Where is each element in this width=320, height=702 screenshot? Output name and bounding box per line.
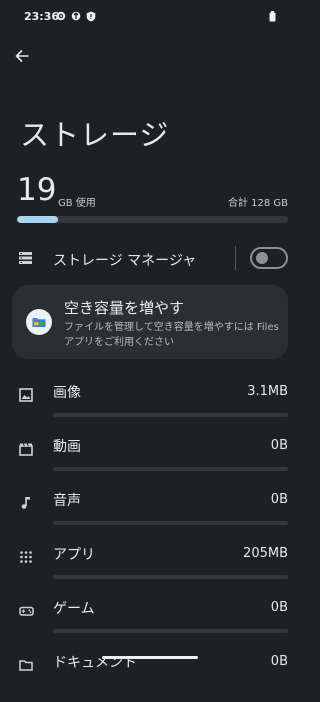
gear-icon <box>56 11 66 21</box>
gamepad-icon <box>19 606 34 616</box>
files-app-icon <box>26 309 52 335</box>
used-storage-unit: GB 使用 <box>58 198 96 209</box>
vpn-icon <box>71 11 81 21</box>
category-row-apps[interactable]: アプリ 205MB <box>0 540 300 594</box>
image-icon <box>19 388 33 402</box>
free-up-space-description: ファイルを管理して空き容量を増やすには Files アプリをご利用ください <box>64 322 279 348</box>
battery-icon <box>269 11 276 22</box>
gesture-nav-handle[interactable] <box>102 656 198 659</box>
folder-icon <box>19 660 33 671</box>
category-size: 0B <box>270 600 288 615</box>
back-button[interactable] <box>10 44 34 68</box>
category-label: 動画 <box>53 439 81 455</box>
category-label: アプリ <box>53 547 95 563</box>
video-icon <box>19 443 33 456</box>
category-label: ゲーム <box>53 601 95 617</box>
category-label: ドキュメント <box>53 655 137 671</box>
page-title: ストレージ <box>20 118 170 152</box>
category-size: 0B <box>270 654 288 669</box>
category-row-videos[interactable]: 動画 0B <box>0 432 300 486</box>
divider <box>235 246 236 270</box>
category-row-images[interactable]: 画像 3.1MB <box>0 378 300 432</box>
category-label: 画像 <box>53 385 81 401</box>
status-bar: 23:36 <box>0 0 300 34</box>
music-note-icon <box>21 497 30 509</box>
category-usage-bar <box>53 413 288 417</box>
apps-grid-icon <box>20 551 32 563</box>
category-usage-bar <box>53 467 288 471</box>
category-size: 3.1MB <box>247 384 288 399</box>
category-row-audio[interactable]: 音声 0B <box>0 486 300 540</box>
total-storage: 合計 128 GB <box>227 198 288 209</box>
category-size: 205MB <box>243 546 288 561</box>
storage-manager-label: ストレージ マネージャ <box>53 253 197 269</box>
status-icons <box>56 11 96 22</box>
toggle-knob <box>256 252 268 264</box>
category-size: 0B <box>270 438 288 453</box>
back-arrow-icon <box>15 50 29 62</box>
used-storage-value: 19 <box>17 172 57 208</box>
category-label: 音声 <box>53 493 81 509</box>
category-usage-bar <box>53 575 288 579</box>
shield-icon <box>86 11 96 22</box>
storage-manager-toggle[interactable] <box>250 247 288 269</box>
free-up-space-card[interactable]: 空き容量を増やす ファイルを管理して空き容量を増やすには Files アプリをご… <box>12 285 288 359</box>
category-size: 0B <box>270 492 288 507</box>
storage-usage-fill <box>17 216 58 223</box>
storage-list-icon <box>19 252 32 264</box>
storage-manager-row[interactable]: ストレージ マネージャ <box>0 242 300 276</box>
storage-usage-bar <box>17 216 288 223</box>
status-time: 23:36 <box>24 10 60 23</box>
category-usage-bar <box>53 521 288 525</box>
category-row-games[interactable]: ゲーム 0B <box>0 594 300 648</box>
category-usage-bar <box>53 629 288 633</box>
free-up-space-title: 空き容量を増やす <box>64 299 185 317</box>
